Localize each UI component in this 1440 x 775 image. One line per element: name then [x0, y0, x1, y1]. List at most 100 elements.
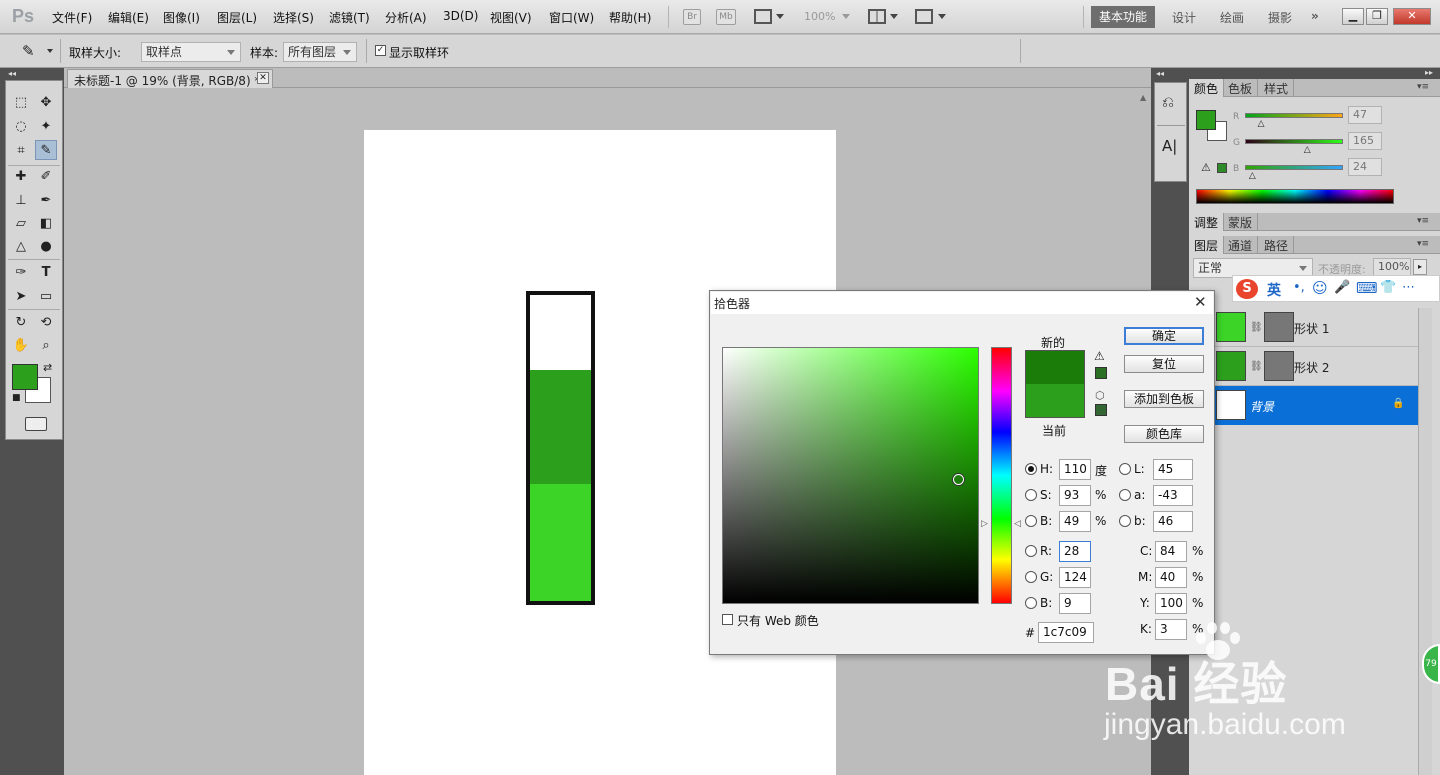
tab-layers[interactable]: 图层: [1189, 236, 1225, 254]
menu-select[interactable]: 选择(S): [273, 9, 314, 26]
path-select-tool-icon[interactable]: ➤: [10, 287, 32, 307]
workspace-design[interactable]: 设计: [1172, 9, 1196, 26]
dialog-close-icon[interactable]: ✕: [1194, 293, 1207, 311]
g-value[interactable]: 165: [1348, 132, 1382, 150]
current-color-swatch[interactable]: [1025, 384, 1085, 418]
dodge-tool-icon[interactable]: ●: [35, 237, 57, 257]
m-input[interactable]: 40: [1155, 567, 1187, 588]
brush-tool-icon[interactable]: ✐: [35, 167, 57, 187]
bridge-button[interactable]: Br: [683, 9, 701, 25]
swap-colors-icon[interactable]: ⇄: [43, 361, 52, 374]
layers-scrollbar[interactable]: [1418, 308, 1432, 775]
web-safe-cube-icon[interactable]: ⬡: [1095, 389, 1105, 402]
menu-analysis[interactable]: 分析(A): [385, 9, 427, 26]
menu-image[interactable]: 图像(I): [163, 9, 200, 26]
eyedropper-tool-button[interactable]: ✎: [35, 140, 57, 160]
eraser-tool-icon[interactable]: ▱: [10, 214, 32, 234]
workspace-essentials[interactable]: 基本功能: [1091, 6, 1155, 28]
quick-mask-button[interactable]: [25, 417, 47, 431]
menu-view[interactable]: 视图(V): [490, 9, 532, 26]
web-colors-only-checkbox[interactable]: [722, 614, 733, 625]
gamut-warning-icon[interactable]: ⚠: [1094, 349, 1105, 363]
menu-layer[interactable]: 图层(L): [217, 9, 257, 26]
a-radio[interactable]: [1119, 489, 1131, 501]
l-radio[interactable]: [1119, 463, 1131, 475]
workspace-photography[interactable]: 摄影: [1268, 9, 1292, 26]
blur-tool-icon[interactable]: △: [10, 237, 32, 257]
gamut-warning-icon[interactable]: ⚠: [1201, 161, 1211, 174]
more-workspaces-button[interactable]: »: [1311, 9, 1319, 23]
b-slider[interactable]: [1245, 165, 1343, 170]
hex-input[interactable]: 1c7c09: [1038, 622, 1094, 643]
minibridge-button[interactable]: Mb: [716, 9, 736, 25]
close-tab-icon[interactable]: ✕: [257, 72, 269, 84]
y-input[interactable]: 100: [1155, 593, 1187, 614]
collapse-icon[interactable]: ◂◂: [8, 69, 16, 78]
b-input[interactable]: 49: [1059, 511, 1091, 532]
scroll-up-icon[interactable]: ▲: [1140, 93, 1146, 102]
document-tab[interactable]: 未标题-1 @ 19% (背景, RGB/8) *: [67, 69, 273, 88]
shape-tool-icon[interactable]: ▭: [35, 287, 57, 307]
reset-button[interactable]: 复位: [1124, 355, 1204, 373]
3d-orbit-tool-icon[interactable]: ⟲: [35, 313, 57, 333]
gamut-fix-swatch[interactable]: [1095, 367, 1107, 379]
sample-select[interactable]: 所有图层: [283, 42, 357, 62]
h-radio[interactable]: [1025, 463, 1037, 475]
saturation-brightness-field[interactable]: [722, 347, 979, 604]
web-safe-swatch[interactable]: [1095, 404, 1107, 416]
show-ring-checkbox[interactable]: ✓: [375, 45, 386, 56]
r-radio[interactable]: [1025, 545, 1037, 557]
ime-mode-toggle[interactable]: 英: [1267, 280, 1281, 300]
minimize-button[interactable]: ▁: [1342, 8, 1364, 25]
pen-tool-icon[interactable]: ✑: [10, 263, 32, 283]
s-input[interactable]: 93: [1059, 485, 1091, 506]
add-to-swatches-button[interactable]: 添加到色板: [1124, 390, 1204, 408]
tab-color[interactable]: 颜色: [1189, 79, 1225, 97]
hue-arrow-left-icon[interactable]: ▷: [981, 519, 988, 529]
h-input[interactable]: 110: [1059, 459, 1091, 480]
tab-masks[interactable]: 蒙版: [1223, 213, 1259, 231]
sogou-logo[interactable]: S: [1236, 279, 1258, 299]
gradient-tool-icon[interactable]: ◧: [35, 214, 57, 234]
crop-tool-icon[interactable]: ⌗: [10, 141, 32, 161]
expand-icon[interactable]: ▸▸: [1425, 68, 1433, 77]
character-icon[interactable]: A|: [1162, 137, 1177, 155]
r-slider[interactable]: [1245, 113, 1343, 118]
collapse-icon[interactable]: ◂◂: [1156, 69, 1164, 78]
more-icon[interactable]: ⋯: [1402, 280, 1415, 295]
g-input[interactable]: 124: [1059, 567, 1091, 588]
blue-radio[interactable]: [1025, 597, 1037, 609]
menu-filter[interactable]: 滤镜(T): [329, 9, 370, 26]
tab-adjustments[interactable]: 调整: [1189, 213, 1225, 231]
blue-input[interactable]: 9: [1059, 593, 1091, 614]
hue-slider[interactable]: [991, 347, 1012, 604]
b-slider-thumb[interactable]: △: [1249, 171, 1256, 181]
color-cursor[interactable]: [953, 474, 964, 485]
menu-edit[interactable]: 编辑(E): [108, 9, 149, 26]
panel-menu-icon[interactable]: ▾≡: [1417, 239, 1429, 249]
close-button[interactable]: ✕: [1393, 8, 1431, 25]
b-radio[interactable]: [1025, 515, 1037, 527]
lab-b-input[interactable]: 46: [1153, 511, 1193, 532]
link-icon[interactable]: ⛓: [1250, 322, 1263, 333]
tab-swatches[interactable]: 色板: [1223, 79, 1259, 97]
a-input[interactable]: -43: [1153, 485, 1193, 506]
move-tool-icon[interactable]: ✥: [35, 93, 57, 113]
menu-3d[interactable]: 3D(D): [443, 9, 478, 23]
layer-row-background[interactable]: 背景 🔒: [1212, 386, 1418, 425]
s-radio[interactable]: [1025, 489, 1037, 501]
workspace-painting[interactable]: 绘画: [1220, 9, 1244, 26]
stamp-tool-icon[interactable]: ⊥: [10, 191, 32, 211]
skin-icon[interactable]: 👕: [1380, 280, 1396, 295]
color-libraries-button[interactable]: 颜色库: [1124, 425, 1204, 443]
l-input[interactable]: 45: [1153, 459, 1193, 480]
opacity-arrow-icon[interactable]: ▸: [1413, 259, 1427, 275]
b-value[interactable]: 24: [1348, 158, 1382, 176]
voice-icon[interactable]: 🎤: [1334, 280, 1350, 295]
link-icon[interactable]: ⛓: [1250, 361, 1263, 372]
tab-paths[interactable]: 路径: [1259, 236, 1295, 254]
lab-b-radio[interactable]: [1119, 515, 1131, 527]
g-slider-thumb[interactable]: △: [1304, 145, 1311, 155]
gamut-swatch[interactable]: [1217, 163, 1227, 173]
menu-window[interactable]: 窗口(W): [549, 9, 594, 26]
